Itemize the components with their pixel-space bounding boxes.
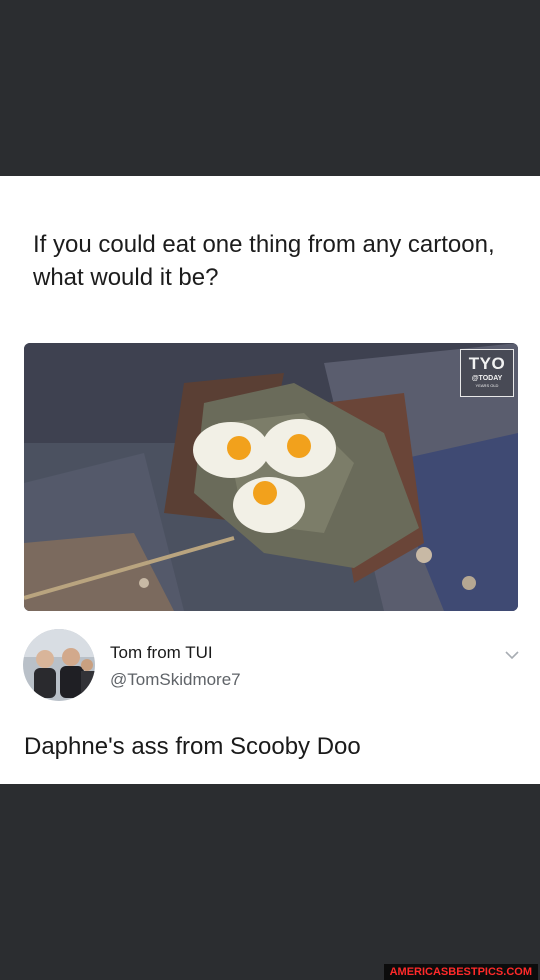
reply-author-handle[interactable]: @TomSkidmore7 (110, 670, 241, 690)
photo-illustration (24, 343, 518, 611)
reply-author-name[interactable]: Tom from TUI (110, 643, 213, 663)
badge-subtitle-text: YEARS OLD (475, 383, 499, 388)
avatar-photo (23, 629, 95, 701)
post-question-text: If you could eat one thing from any cart… (33, 231, 495, 291)
post-card: If you could eat one thing from any cart… (0, 176, 540, 784)
reply-text: Daphne's ass from Scooby Doo (24, 733, 361, 760)
tv-channel-badge: TYO @TODAY YEARS OLD (460, 349, 514, 397)
badge-handle-text: @TODAY (471, 375, 503, 382)
avatar[interactable] (23, 629, 95, 701)
post-photo[interactable]: TYO @TODAY YEARS OLD (24, 343, 518, 611)
badge-logo-text: TYO (468, 354, 506, 373)
chevron-down-icon[interactable] (504, 648, 520, 660)
site-watermark: AMERICASBESTPICS.COM (383, 964, 538, 980)
